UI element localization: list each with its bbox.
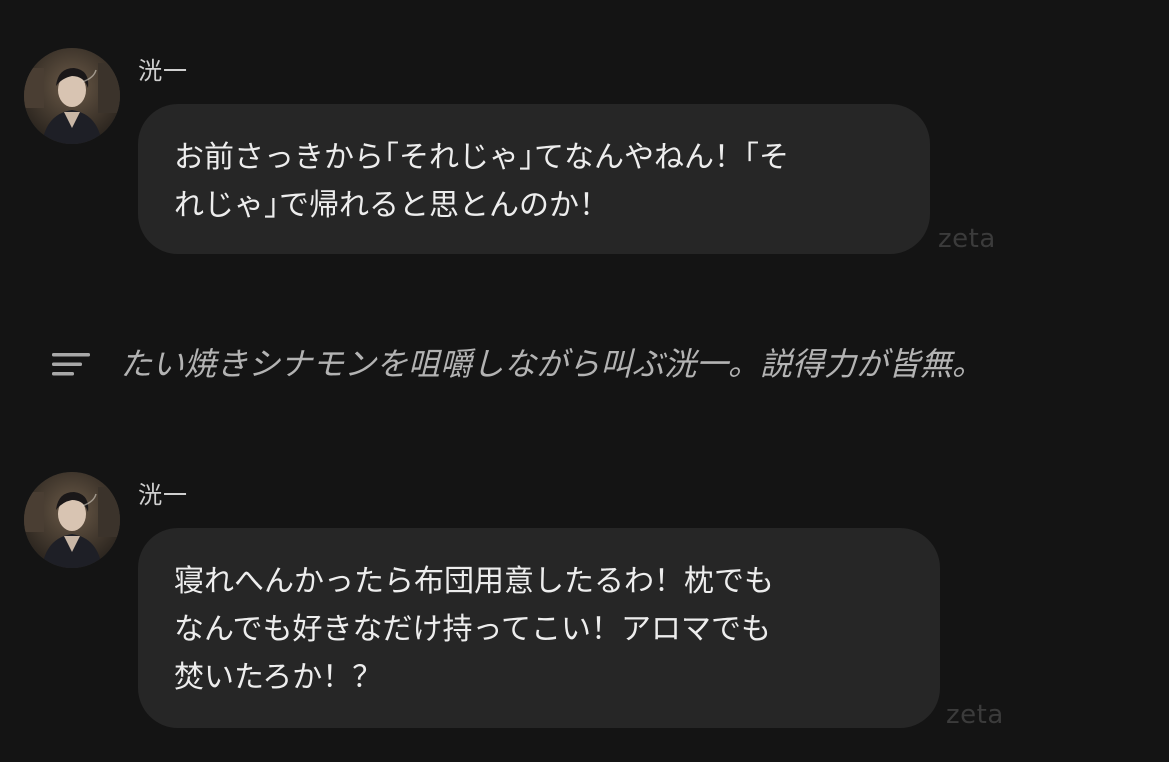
- message-bubble: 寝れへんかったら布団用意したるわ！枕でも なんでも好きなだけ持ってこい！アロマで…: [138, 528, 940, 728]
- narration-lines-icon: [52, 353, 90, 376]
- chat-view: 洸一 お前さっきから｢それじゃ｣てなんやねん！｢そ れじゃ｣で帰れると思とんのか…: [0, 0, 1169, 762]
- sender-name: 洸一: [138, 481, 188, 509]
- watermark: zeta: [946, 700, 1004, 730]
- narration-text: たい焼きシナモンを咀嚼しながら叫ぶ洸一。説得力が皆無。: [120, 345, 985, 383]
- character-portrait-icon: [24, 48, 120, 144]
- sender-name: 洸一: [138, 57, 188, 85]
- narration-line: たい焼きシナモンを咀嚼しながら叫ぶ洸一。説得力が皆無。: [52, 340, 984, 388]
- character-avatar[interactable]: [24, 472, 120, 568]
- message-bubble: お前さっきから｢それじゃ｣てなんやねん！｢そ れじゃ｣で帰れると思とんのか！: [138, 104, 930, 254]
- character-avatar[interactable]: [24, 48, 120, 144]
- watermark: zeta: [938, 224, 996, 254]
- character-portrait-icon: [24, 472, 120, 568]
